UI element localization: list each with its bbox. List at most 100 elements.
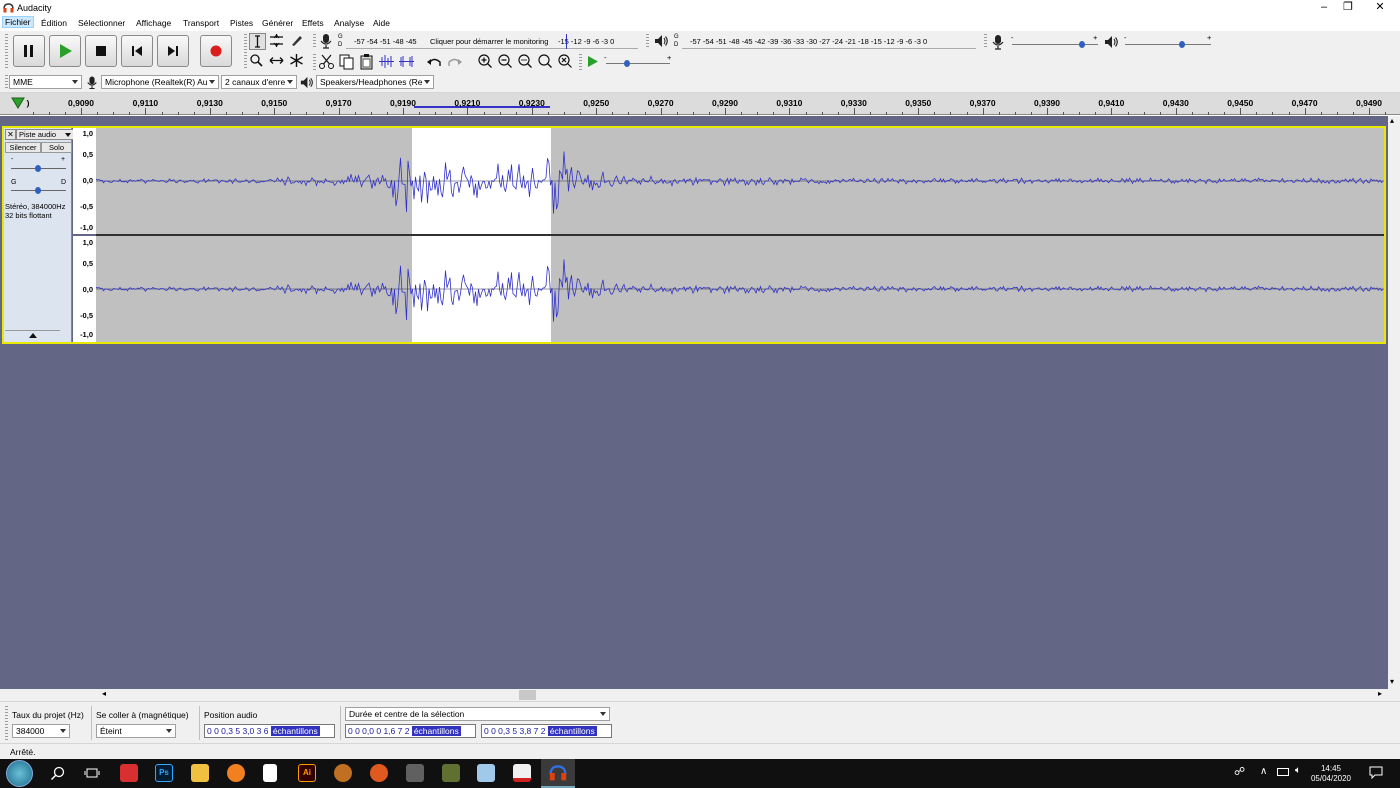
audio-position-unit[interactable]: échantillons [270,726,320,736]
start-button[interactable] [6,760,33,787]
fit-project-icon[interactable] [537,53,554,70]
taskbar-firefox-icon[interactable] [370,764,388,782]
gain-thumb[interactable] [35,165,41,172]
skip-end-button[interactable] [157,35,189,67]
volume-icon[interactable]: 🔈︎ [1295,766,1301,776]
selection-tool-button[interactable] [249,33,266,50]
task-view-icon[interactable] [84,765,100,781]
track-control-panel[interactable]: ✕ Piste audio Silencer Solo - + G D Stér… [4,128,74,342]
taskbar-media-icon[interactable] [227,764,245,782]
play-volume-thumb[interactable] [1179,41,1185,48]
play-at-speed-icon[interactable] [585,54,600,69]
tools-grip[interactable] [244,34,247,70]
selection-duration-unit[interactable]: échantillons [411,726,461,736]
menu-generer[interactable]: Générer [262,18,293,28]
project-rate-select[interactable]: 384000 [12,724,70,738]
selection-center-unit[interactable]: échantillons [547,726,597,736]
microphone-icon[interactable] [319,33,333,49]
record-meter[interactable]: -57 -54 -51 -48 -45 Cliquer pour démarre… [346,34,638,49]
play-speed-slider[interactable] [606,63,670,64]
audio-position-field[interactable]: 0 0 0,3 5 3,0 3 6 échantillons [204,724,335,738]
menu-affichage[interactable]: Affichage [136,18,171,28]
redo-icon[interactable] [446,54,463,71]
envelope-tool-button[interactable] [269,33,286,50]
menu-aide[interactable]: Aide [373,18,390,28]
cut-icon[interactable] [318,53,335,70]
selection-mode-select[interactable]: Durée et centre de la sélection [345,707,610,721]
scroll-right-icon[interactable]: ▸ [1378,689,1382,698]
fit-selection-icon[interactable] [517,53,534,70]
input-channels-select[interactable]: 2 canaux d'enre [221,75,297,89]
scroll-left-icon[interactable]: ◂ [102,689,106,698]
play-meter[interactable]: -57 -54 -51 -48 -45 -42 -39 -36 -33 -30 … [682,34,976,49]
horizontal-scroll-thumb[interactable] [519,690,536,700]
skip-start-button[interactable] [121,35,153,67]
people-icon[interactable]: ☍ [1234,767,1245,778]
output-device-select[interactable]: Speakers/Headphones (Re [316,75,434,89]
taskbar-app-icon[interactable] [442,764,460,782]
play-volume-slider[interactable] [1125,44,1211,45]
audio-host-select[interactable]: MME [9,75,82,89]
speaker-icon[interactable] [653,33,669,49]
mixer-grip[interactable] [984,34,987,49]
taskbar-photoshop-icon[interactable]: Ps [155,764,173,782]
scroll-up-icon[interactable]: ▴ [1390,116,1394,125]
multi-tool-button[interactable] [289,53,306,70]
zoom-toggle-icon[interactable] [557,53,574,70]
collapse-track-button[interactable] [5,330,60,341]
menu-selectionner[interactable]: Sélectionner [78,18,125,28]
stop-button[interactable] [85,35,117,67]
close-icon[interactable]: ✕ [1366,0,1394,16]
timeline-options-icon[interactable] [11,97,25,109]
menu-edition[interactable]: Édition [41,18,67,28]
selection-toolbar-grip[interactable] [5,706,8,740]
horizontal-scrollbar[interactable]: ◂ ▸ [0,689,1400,701]
input-device-select[interactable]: Microphone (Realtek(R) Au [101,75,219,89]
waveform-left-channel[interactable] [96,128,1384,234]
selection-center-field[interactable]: 0 0 0,3 5 3,8 7 2 échantillons [481,724,612,738]
solo-button[interactable]: Solo [41,142,72,153]
scroll-down-icon[interactable]: ▾ [1390,677,1394,686]
track-name-menu[interactable]: Piste audio [16,129,74,140]
menu-transport[interactable]: Transport [183,18,219,28]
device-grip[interactable] [5,75,8,90]
pan-thumb[interactable] [35,187,41,194]
battery-icon[interactable] [1277,768,1289,776]
menu-effets[interactable]: Effets [302,18,324,28]
paste-icon[interactable] [358,53,375,70]
vertical-scrollbar[interactable]: ▴ ▾ [1388,116,1400,689]
pause-button[interactable] [13,35,45,67]
undo-icon[interactable] [426,54,443,71]
edit-grip[interactable] [313,54,316,70]
selection-duration-field[interactable]: 0 0 0,0 0 1,6 7 2 échantillons [345,724,476,738]
taskbar-audacity-icon[interactable] [549,764,567,782]
channel-right-scale[interactable]: 1,0 0,5 0,0 -0,5 -1,0 [73,236,96,342]
trim-icon[interactable] [378,53,395,70]
copy-icon[interactable] [338,53,355,70]
restore-icon[interactable]: ❐ [1334,0,1362,16]
taskbar-blender-icon[interactable] [334,764,352,782]
toolbar-grip[interactable] [5,34,8,70]
taskbar-pdf-icon[interactable] [513,764,531,782]
taskbar-folder-icon[interactable] [191,764,209,782]
taskbar-camera-icon[interactable] [406,764,424,782]
play-speed-thumb[interactable] [624,60,630,67]
menu-pistes[interactable]: Pistes [230,18,253,28]
play-at-speed-grip[interactable] [579,54,582,70]
tray-clock[interactable]: 14:45 05/04/2020 [1308,764,1354,784]
taskbar-illustrator-icon[interactable]: Ai [298,764,316,782]
record-volume-thumb[interactable] [1079,41,1085,48]
zoom-in-icon[interactable] [477,53,494,70]
silence-icon[interactable] [398,53,415,70]
notifications-icon[interactable] [1369,765,1383,779]
record-button[interactable] [200,35,232,67]
record-meter-grip[interactable] [313,34,316,49]
close-track-icon[interactable]: ✕ [5,129,16,140]
search-icon[interactable] [50,765,66,781]
mute-button[interactable]: Silencer [5,142,41,153]
zoom-tool-button[interactable] [249,53,266,70]
taskbar-notes-icon[interactable] [477,764,495,782]
tray-chevron-up-icon[interactable]: ∧ [1260,767,1267,777]
play-button[interactable] [49,35,81,67]
channel-left-scale[interactable]: 1,0 0,5 0,0 -0,5 -1,0 [73,128,96,234]
